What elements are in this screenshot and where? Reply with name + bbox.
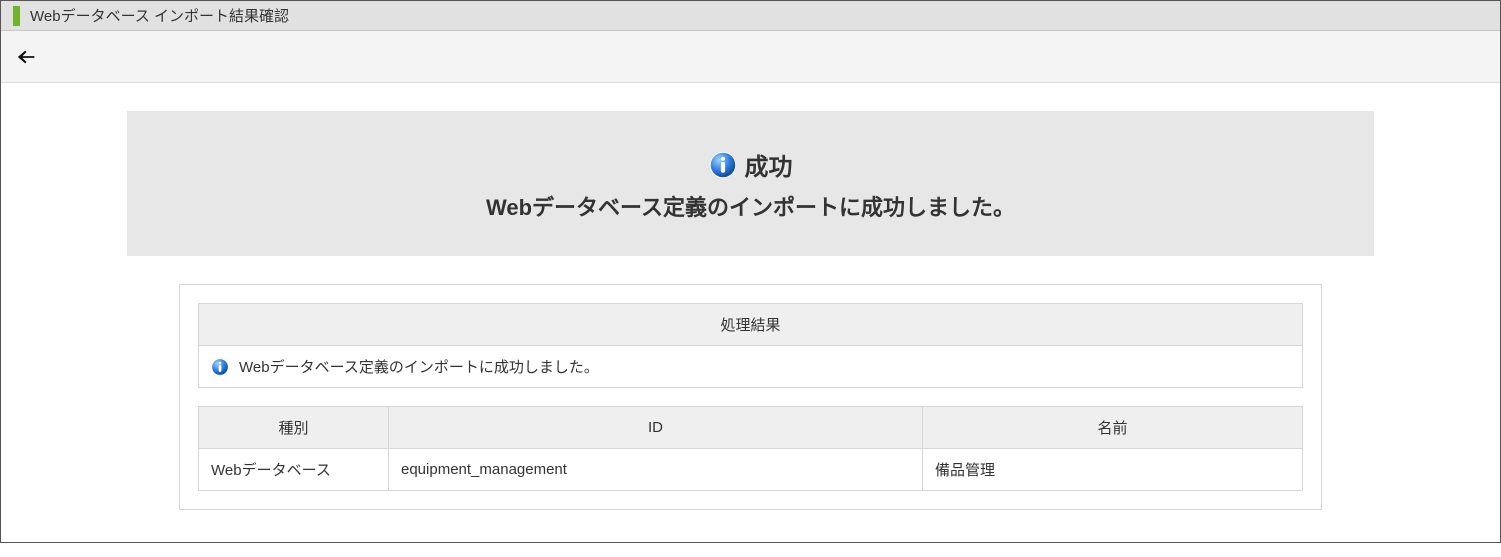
cell-name: 備品管理 bbox=[923, 449, 1303, 491]
info-icon bbox=[709, 151, 737, 179]
page-title: Webデータベース インポート結果確認 bbox=[30, 5, 289, 26]
titlebar: Webデータベース インポート結果確認 bbox=[1, 1, 1500, 31]
title-stripe-icon bbox=[13, 6, 20, 26]
status-banner: 成功 Webデータベース定義のインポートに成功しました。 bbox=[127, 111, 1374, 256]
cell-type: Webデータベース bbox=[199, 449, 389, 491]
table-row: Webデータベース定義のインポートに成功しました。 bbox=[199, 346, 1303, 388]
main-content: 成功 Webデータベース定義のインポートに成功しました。 処理結果 bbox=[1, 83, 1500, 542]
status-label: 成功 bbox=[745, 147, 793, 182]
result-message: Webデータベース定義のインポートに成功しました。 bbox=[239, 356, 599, 377]
arrow-left-icon bbox=[16, 46, 38, 68]
col-header-type: 種別 bbox=[199, 407, 389, 449]
col-header-id: ID bbox=[389, 407, 923, 449]
back-button[interactable] bbox=[13, 45, 41, 69]
result-table: 処理結果 bbox=[198, 303, 1303, 388]
table-row: Webデータベース equipment_management 備品管理 bbox=[199, 449, 1303, 491]
result-header: 処理結果 bbox=[199, 304, 1303, 346]
detail-table: 種別 ID 名前 Webデータベース equipment_management … bbox=[198, 406, 1303, 491]
cell-id: equipment_management bbox=[389, 449, 923, 491]
status-message: Webデータベース定義のインポートに成功しました。 bbox=[147, 190, 1354, 222]
actionbar bbox=[1, 31, 1500, 83]
result-container: 処理結果 bbox=[179, 284, 1322, 510]
info-icon bbox=[211, 358, 229, 376]
col-header-name: 名前 bbox=[923, 407, 1303, 449]
